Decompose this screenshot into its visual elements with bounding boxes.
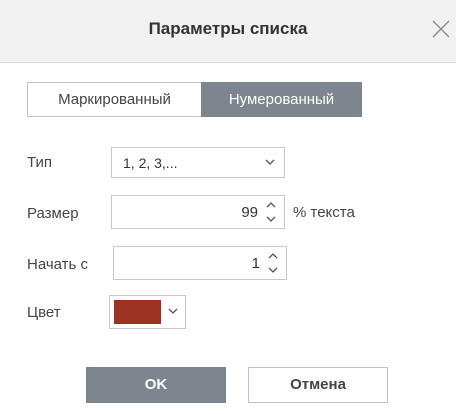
start-label: Начать с xyxy=(27,256,89,273)
tab-numbered[interactable]: Нумерованный xyxy=(201,82,362,117)
chevron-up-icon xyxy=(266,202,276,208)
cancel-button[interactable]: Отмена xyxy=(248,367,388,403)
start-decrement-button[interactable] xyxy=(266,264,280,276)
type-label: Тип xyxy=(27,154,53,171)
size-input[interactable] xyxy=(116,196,258,228)
size-increment-button[interactable] xyxy=(264,199,278,211)
size-decrement-button[interactable] xyxy=(264,213,278,225)
chevron-up-icon xyxy=(268,253,278,259)
dialog-title: Параметры списка xyxy=(148,19,308,38)
start-input[interactable] xyxy=(118,247,260,279)
close-icon xyxy=(432,20,450,38)
color-picker[interactable] xyxy=(109,295,186,329)
start-increment-button[interactable] xyxy=(266,250,280,262)
size-suffix: % текста xyxy=(293,204,355,221)
color-label: Цвет xyxy=(27,304,61,321)
color-swatch xyxy=(114,300,161,324)
tab-bulleted[interactable]: Маркированный xyxy=(27,82,201,117)
start-spinner xyxy=(113,246,287,280)
ok-button[interactable]: OK xyxy=(86,367,226,403)
type-select-value: 1, 2, 3,... xyxy=(123,155,178,171)
chevron-down-icon xyxy=(268,267,278,273)
chevron-down-icon xyxy=(168,308,178,314)
list-settings-dialog: Параметры списка Маркированный Нумерован… xyxy=(0,0,456,414)
dialog-header: Параметры списка xyxy=(0,0,456,63)
chevron-down-icon xyxy=(266,216,276,222)
close-button[interactable] xyxy=(428,16,454,42)
list-type-tabs: Маркированный Нумерованный xyxy=(27,82,362,117)
size-spinner xyxy=(111,195,285,229)
chevron-down-icon xyxy=(265,159,275,165)
type-select[interactable]: 1, 2, 3,... xyxy=(111,147,285,178)
size-label: Размер xyxy=(27,205,79,222)
